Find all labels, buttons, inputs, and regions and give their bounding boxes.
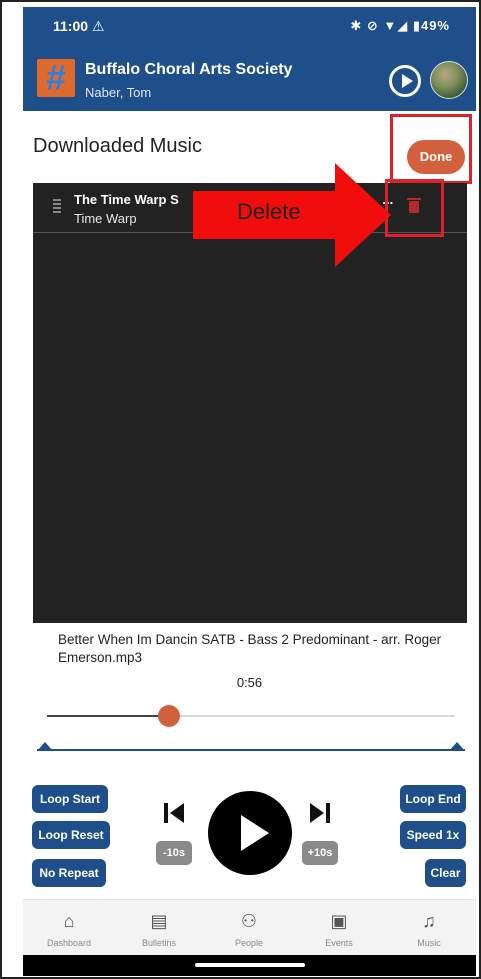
- user-name: Naber, Tom: [85, 85, 152, 100]
- speed-button[interactable]: Speed 1x: [400, 821, 466, 849]
- loop-start-marker[interactable]: [37, 742, 53, 751]
- play-circle-icon[interactable]: [389, 65, 421, 97]
- drag-handle-icon[interactable]: [53, 199, 61, 213]
- home-gesture-handle[interactable]: [195, 963, 305, 967]
- skip-next-icon[interactable]: [310, 803, 332, 823]
- hash-logo-icon: #: [37, 59, 75, 97]
- org-name: Buffalo Choral Arts Society: [85, 61, 293, 78]
- nav-item-music[interactable]: ♫ Music: [384, 900, 474, 956]
- position-slider[interactable]: [47, 705, 455, 727]
- screenshot-frame: 11:00 ⚠ ✱ ⊘ ▼◢ ▮49% # Buffalo Choral Art…: [0, 0, 481, 979]
- loop-range-slider[interactable]: [37, 742, 465, 751]
- loop-end-button[interactable]: Loop End: [400, 785, 466, 813]
- loop-start-button[interactable]: Loop Start: [32, 785, 108, 813]
- elapsed-time: 0:56: [236, 675, 263, 690]
- nav-item-people[interactable]: ⚇ People: [204, 900, 294, 956]
- now-playing-file: Better When Im Dancin SATB - Bass 2 Pred…: [58, 632, 442, 665]
- status-time: 11:00 ⚠: [53, 18, 105, 34]
- track-subtitle: Time Warp: [74, 211, 137, 226]
- forward-10-button[interactable]: +10s: [302, 841, 338, 865]
- music-note-icon: ♫: [422, 911, 436, 931]
- page-title: Downloaded Music: [33, 135, 202, 157]
- done-button[interactable]: Done: [407, 140, 465, 174]
- phone-screen: 11:00 ⚠ ✱ ⊘ ▼◢ ▮49% # Buffalo Choral Art…: [23, 7, 476, 976]
- calendar-icon: ▣: [330, 911, 348, 931]
- android-auto-icon: ⚠: [91, 18, 105, 34]
- nav-item-events[interactable]: ▣ Events: [294, 900, 384, 956]
- annotation-label: Delete: [237, 199, 301, 224]
- nav-item-dashboard[interactable]: ⌂ Dashboard: [24, 900, 114, 956]
- annotation-arrow-head: [335, 163, 391, 267]
- rewind-10-button[interactable]: -10s: [156, 841, 192, 865]
- play-button[interactable]: [208, 791, 292, 875]
- bulletin-icon: ▤: [150, 911, 168, 931]
- position-slider-fill: [47, 715, 170, 717]
- nav-item-bulletins[interactable]: ▤ Bulletins: [114, 900, 204, 956]
- app-bar: # Buffalo Choral Arts Society Naber, Tom: [23, 45, 476, 111]
- playlist-panel: The Time Warp S ... Time Warp: [33, 179, 467, 623]
- position-slider-thumb[interactable]: [158, 705, 181, 727]
- people-icon: ⚇: [240, 911, 258, 931]
- avatar[interactable]: [430, 61, 468, 99]
- clear-button[interactable]: Clear: [425, 859, 466, 887]
- bottom-nav: ⌂ Dashboard ▤ Bulletins ⚇ People ▣ Event…: [23, 899, 476, 955]
- loop-reset-button[interactable]: Loop Reset: [32, 821, 110, 849]
- status-icons: ✱ ⊘ ▼◢ ▮49%: [350, 18, 450, 33]
- system-nav-bar: [23, 955, 476, 976]
- trash-icon[interactable]: [407, 198, 421, 213]
- no-repeat-button[interactable]: No Repeat: [32, 859, 106, 887]
- loop-end-marker[interactable]: [449, 742, 465, 751]
- status-bar: 11:00 ⚠ ✱ ⊘ ▼◢ ▮49%: [23, 7, 476, 45]
- home-icon: ⌂: [63, 911, 75, 931]
- skip-previous-icon[interactable]: [164, 803, 186, 823]
- play-icon: [241, 815, 269, 851]
